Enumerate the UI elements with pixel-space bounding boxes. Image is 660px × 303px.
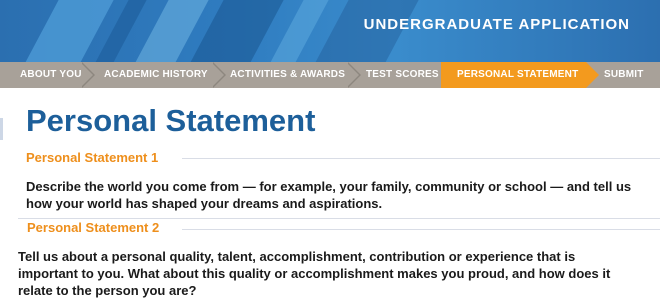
progress-steps: ABOUT YOU ACADEMIC HISTORY ACTIVITIES & … [0, 62, 660, 88]
sidebar-accent [0, 118, 3, 140]
divider [18, 218, 660, 219]
statement-2-prompt-line: important to you. What about this qualit… [18, 266, 611, 281]
step-label: PERSONAL STATEMENT [457, 69, 579, 80]
statement-1-prompt-line: Describe the world you come from — for e… [26, 179, 632, 194]
divider [182, 158, 660, 159]
step-activities-awards[interactable]: ACTIVITIES & AWARDS [214, 62, 361, 88]
step-academic-history[interactable]: ACADEMIC HISTORY [83, 62, 226, 88]
statement-2-prompt-line: relate to the person you are? [18, 283, 197, 298]
header-banner: UNDERGRADUATE APPLICATION [0, 0, 660, 62]
page-title: Personal Statement [26, 103, 316, 138]
step-label: SUBMIT [604, 69, 644, 80]
step-label: TEST SCORES [366, 69, 439, 80]
section-heading-2: Personal Statement 2 [27, 220, 160, 235]
chevron-right-icon [586, 62, 599, 88]
step-label: ABOUT YOU [20, 69, 82, 80]
step-label: ACTIVITIES & AWARDS [230, 69, 346, 80]
step-about-you[interactable]: ABOUT YOU [0, 62, 95, 88]
divider [182, 229, 660, 230]
step-submit[interactable]: SUBMIT [600, 62, 660, 88]
step-test-scores[interactable]: TEST SCORES [349, 62, 454, 88]
statement-2-prompt-line: Tell us about a personal quality, talent… [18, 249, 576, 264]
statement-1-prompt-line: how your world has shaped your dreams an… [26, 196, 383, 211]
step-personal-statement[interactable]: PERSONAL STATEMENT [441, 62, 599, 88]
application-title: UNDERGRADUATE APPLICATION [363, 16, 630, 33]
step-label: ACADEMIC HISTORY [104, 69, 208, 80]
section-heading-1: Personal Statement 1 [26, 150, 159, 165]
